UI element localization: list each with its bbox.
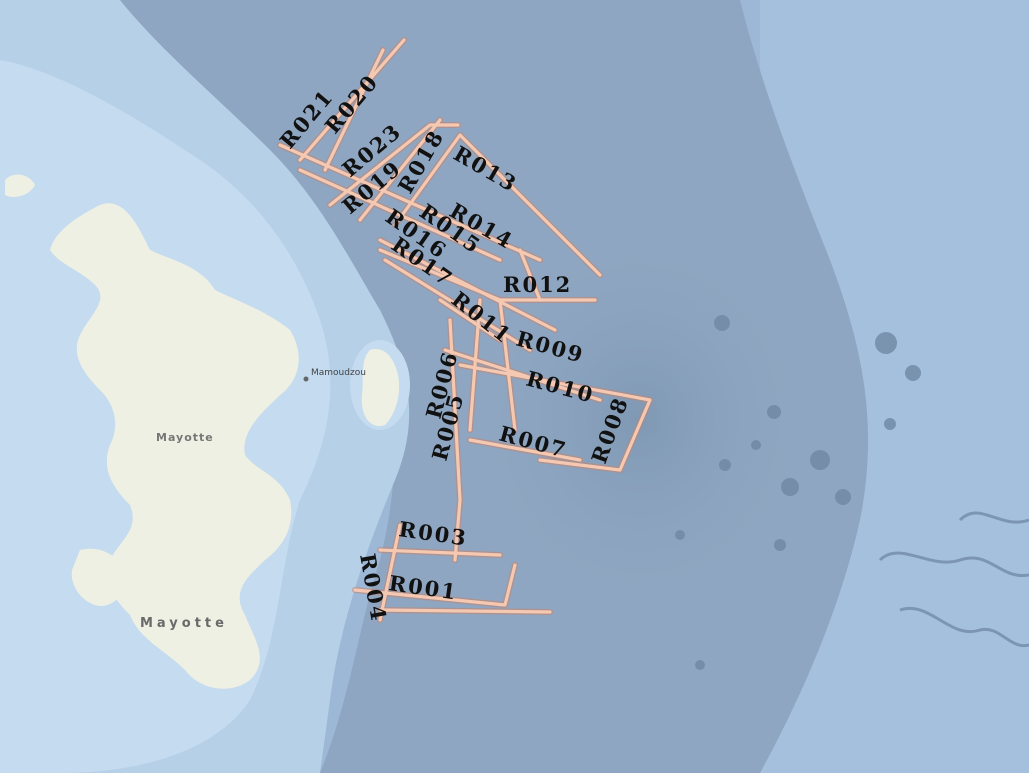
island-label-upper: Mayotte — [156, 431, 214, 444]
map-canvas: Mamoudzou Mayotte Mayotte R021 R020 R023… — [0, 0, 1029, 773]
city-label: Mamoudzou — [311, 368, 366, 378]
bathymetry-map[interactable]: Mamoudzou Mayotte Mayotte R021 R020 R023… — [0, 0, 1029, 773]
city-marker — [303, 376, 309, 382]
track-label-r012[interactable]: R012 — [503, 272, 572, 297]
island-label-lower: Mayotte — [140, 616, 228, 631]
